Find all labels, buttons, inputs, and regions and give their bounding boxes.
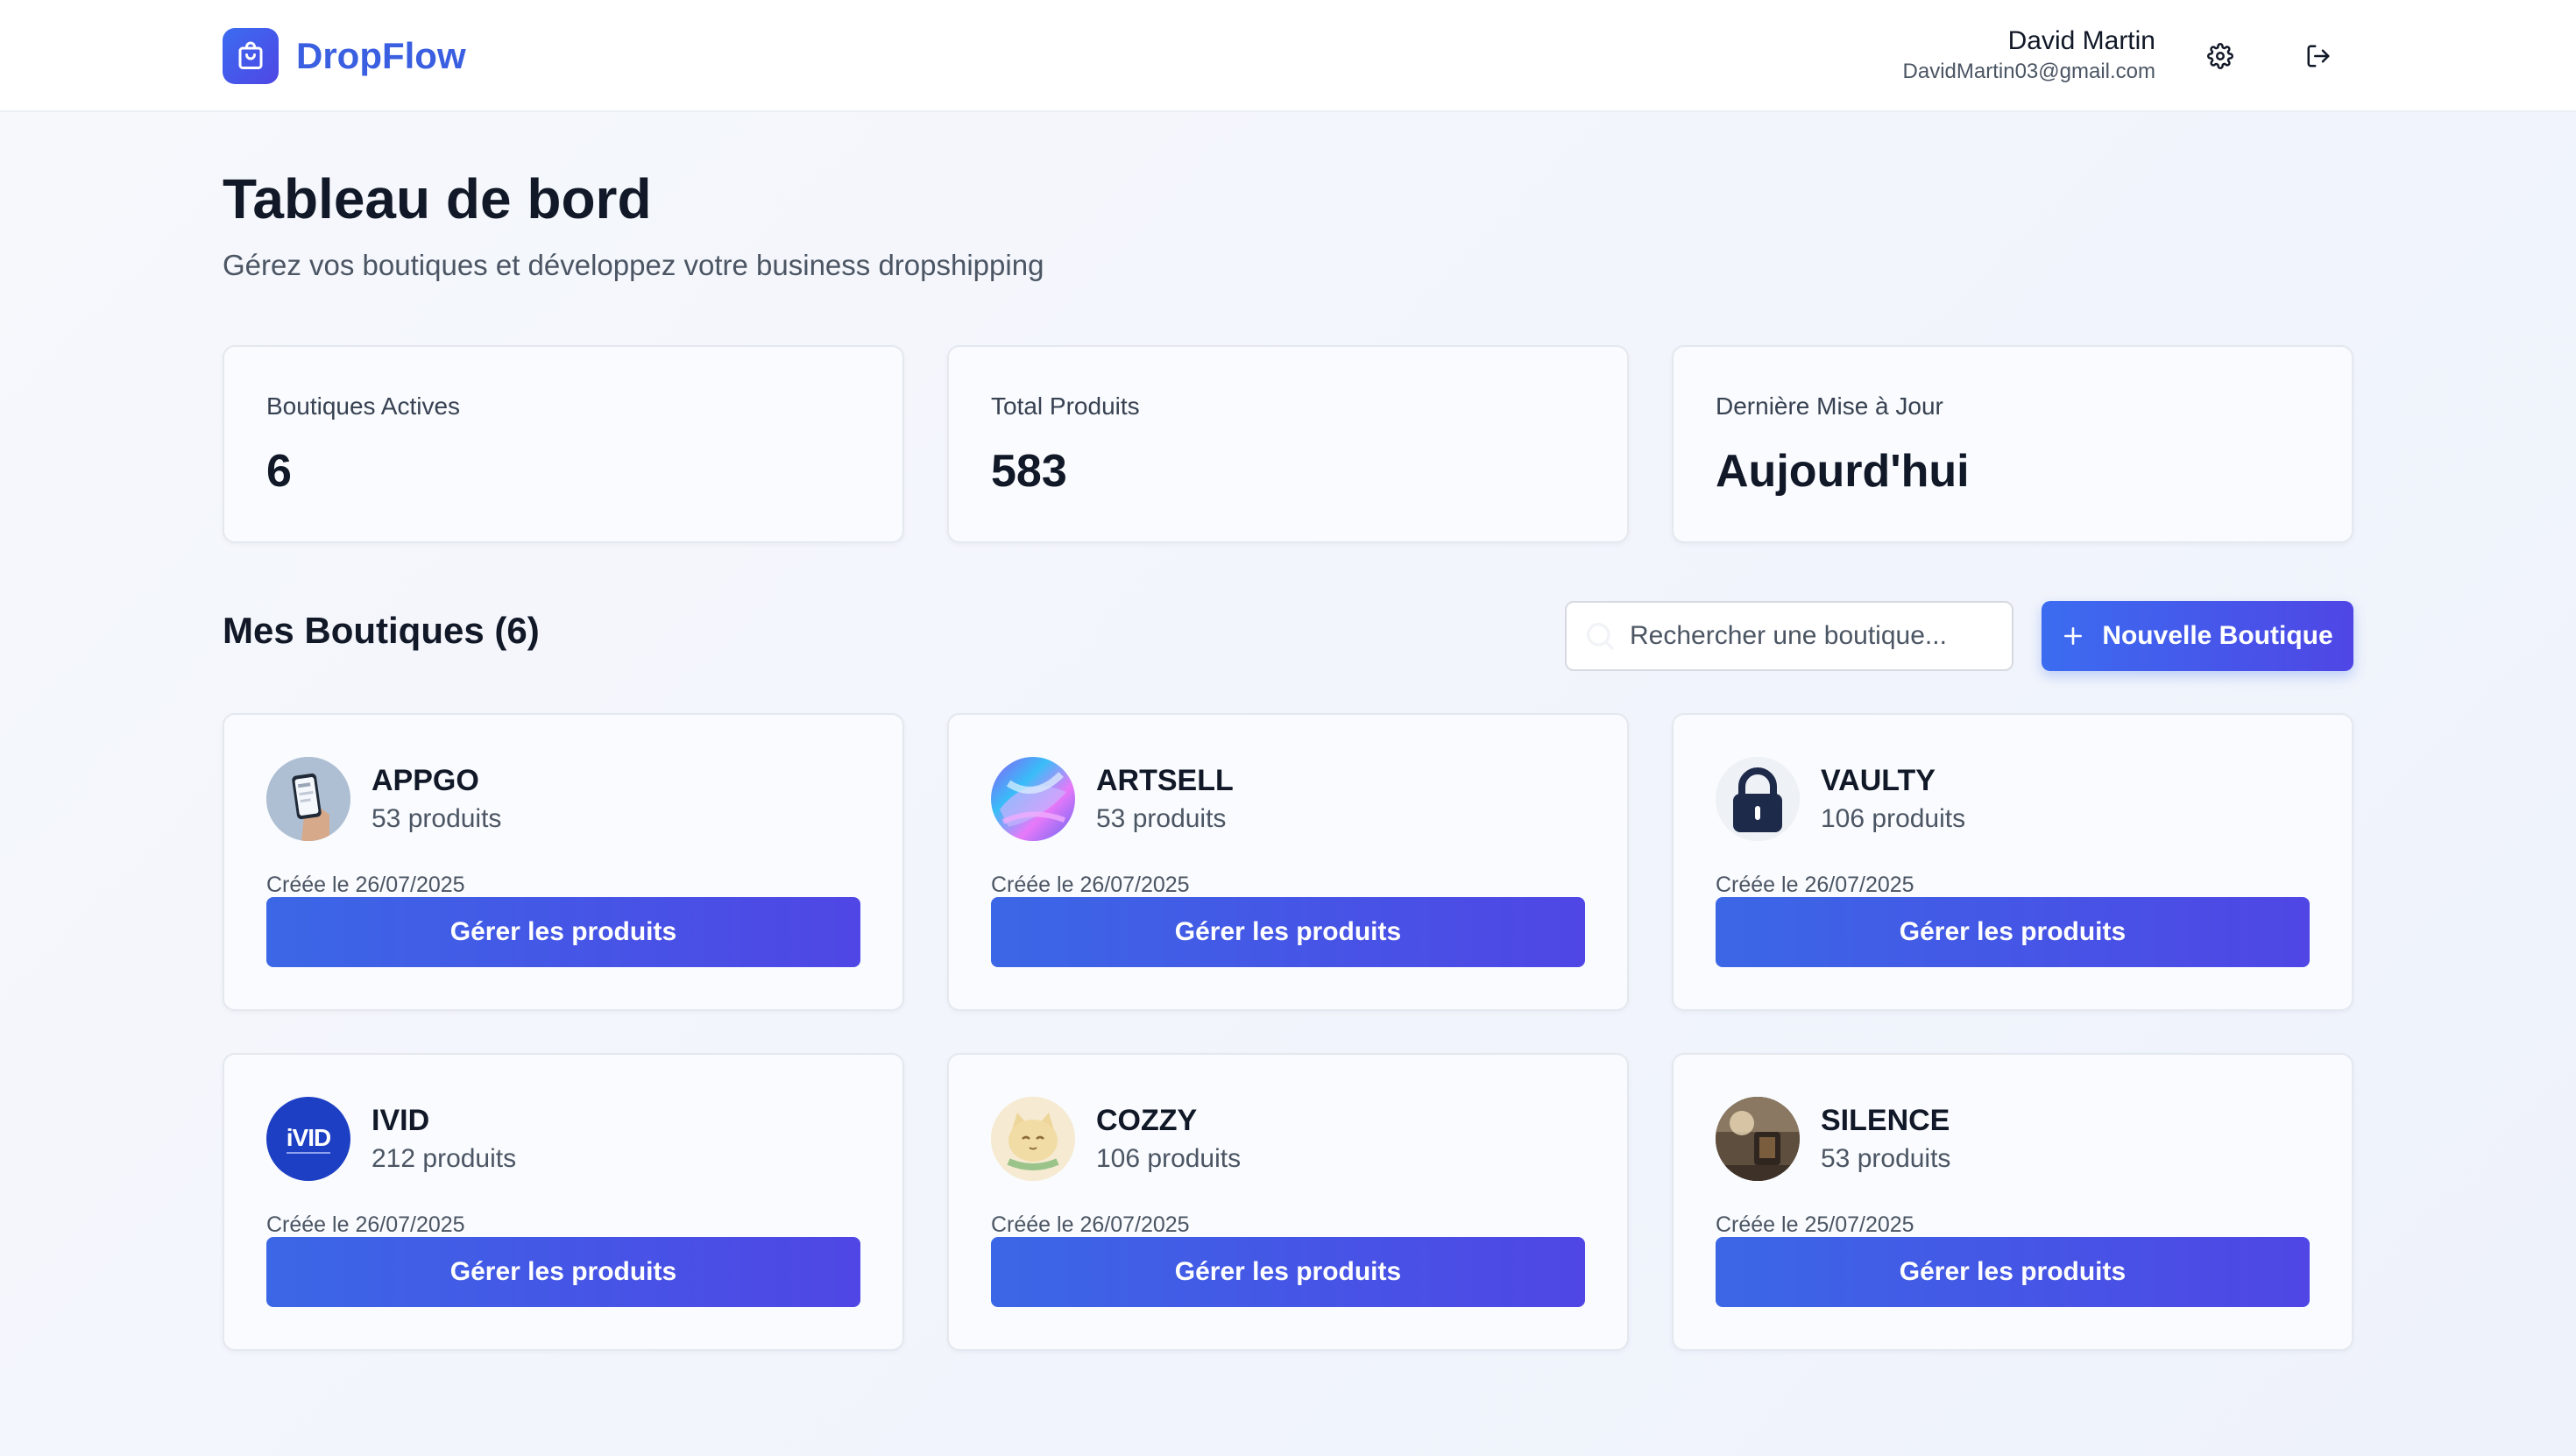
user-name: David Martin bbox=[2007, 26, 2155, 55]
logout-icon[interactable] bbox=[2301, 39, 2336, 74]
page-title: Tableau de bord bbox=[223, 167, 652, 230]
store-created-date: Créée le 26/07/2025 bbox=[266, 873, 465, 897]
stat-value: 583 bbox=[991, 446, 1067, 497]
store-name: VAULTY bbox=[1821, 764, 1936, 797]
page-subtitle: Gérez vos boutiques et développez votre … bbox=[223, 249, 1044, 281]
stat-label: Boutiques Actives bbox=[266, 392, 461, 420]
user-email: DavidMartin03@gmail.com bbox=[1902, 60, 2155, 83]
top-header: DropFlow David Martin DavidMartin03@gmai… bbox=[0, 0, 2576, 112]
shopping-bag-icon bbox=[223, 28, 279, 84]
search-icon bbox=[1582, 618, 1617, 654]
store-name: SILENCE bbox=[1821, 1104, 1950, 1137]
manage-products-button[interactable]: Gérer les produits bbox=[266, 897, 860, 967]
store-name: APPGO bbox=[372, 764, 479, 797]
store-name: COZZY bbox=[1096, 1104, 1198, 1137]
stat-card-last-update: Dernière Mise à Jour Aujourd'hui bbox=[1672, 345, 2353, 543]
store-name: ARTSELL bbox=[1096, 764, 1234, 797]
store-created-date: Créée le 26/07/2025 bbox=[991, 1212, 1190, 1237]
store-created-date: Créée le 26/07/2025 bbox=[266, 1212, 465, 1237]
ivid-logo: iVID bbox=[266, 1097, 350, 1181]
stat-card-total-products: Total Produits 583 bbox=[947, 345, 1629, 543]
plus-icon bbox=[2062, 625, 2084, 647]
store-created-date: Créée le 26/07/2025 bbox=[991, 873, 1190, 897]
padlock-image bbox=[1716, 757, 1800, 841]
stat-card-active-stores: Boutiques Actives 6 bbox=[223, 345, 904, 543]
manage-products-button[interactable]: Gérer les produits bbox=[991, 897, 1585, 967]
store-product-count: 53 produits bbox=[372, 804, 502, 833]
store-product-count: 106 produits bbox=[1096, 1144, 1242, 1173]
cat-plush-image bbox=[991, 1097, 1075, 1181]
holographic-shape-image bbox=[991, 757, 1075, 841]
manage-products-button[interactable]: Gérer les produits bbox=[266, 1237, 860, 1307]
stat-label: Total Produits bbox=[991, 392, 1140, 420]
store-card-artsell: ARTSELL 53 produits Créée le 26/07/2025 … bbox=[947, 713, 1629, 1011]
new-store-label: Nouvelle Boutique bbox=[2102, 621, 2333, 650]
manage-products-button[interactable]: Gérer les produits bbox=[1716, 1237, 2310, 1307]
phone-in-hand-image bbox=[266, 757, 350, 841]
store-card-cozzy: COZZY 106 produits Créée le 26/07/2025 G… bbox=[947, 1053, 1629, 1351]
store-product-count: 53 produits bbox=[1096, 804, 1227, 833]
manage-products-button[interactable]: Gérer les produits bbox=[1716, 897, 2310, 967]
store-product-count: 53 produits bbox=[1821, 1144, 1951, 1173]
store-product-count: 106 produits bbox=[1821, 804, 1966, 833]
brand-logo[interactable]: DropFlow bbox=[223, 28, 466, 84]
new-store-button[interactable]: Nouvelle Boutique bbox=[2042, 601, 2353, 671]
stat-value: Aujourd'hui bbox=[1716, 446, 1970, 497]
store-created-date: Créée le 25/07/2025 bbox=[1716, 1212, 1914, 1237]
user-info: David Martin DavidMartin03@gmail.com bbox=[1903, 25, 2155, 86]
stat-value: 6 bbox=[266, 446, 292, 497]
store-product-count: 212 produits bbox=[372, 1144, 517, 1173]
ivid-logo-text: iVID bbox=[286, 1124, 331, 1154]
interior-lamp-image bbox=[1716, 1097, 1800, 1181]
store-card-appgo: APPGO 53 produits Créée le 26/07/2025 Gé… bbox=[223, 713, 904, 1011]
store-card-silence: SILENCE 53 produits Créée le 25/07/2025 … bbox=[1672, 1053, 2353, 1351]
stores-section-title: Mes Boutiques (6) bbox=[223, 610, 540, 651]
store-card-vaulty: VAULTY 106 produits Créée le 26/07/2025 … bbox=[1672, 713, 2353, 1011]
gear-icon[interactable] bbox=[2203, 39, 2238, 74]
store-card-ivid: iVID IVID 212 produits Créée le 26/07/20… bbox=[223, 1053, 904, 1351]
store-search-input[interactable] bbox=[1565, 601, 2013, 671]
store-created-date: Créée le 26/07/2025 bbox=[1716, 873, 1914, 897]
brand-name: DropFlow bbox=[296, 35, 466, 76]
store-name: IVID bbox=[372, 1104, 430, 1137]
stat-label: Dernière Mise à Jour bbox=[1716, 392, 1943, 420]
manage-products-button[interactable]: Gérer les produits bbox=[991, 1237, 1585, 1307]
